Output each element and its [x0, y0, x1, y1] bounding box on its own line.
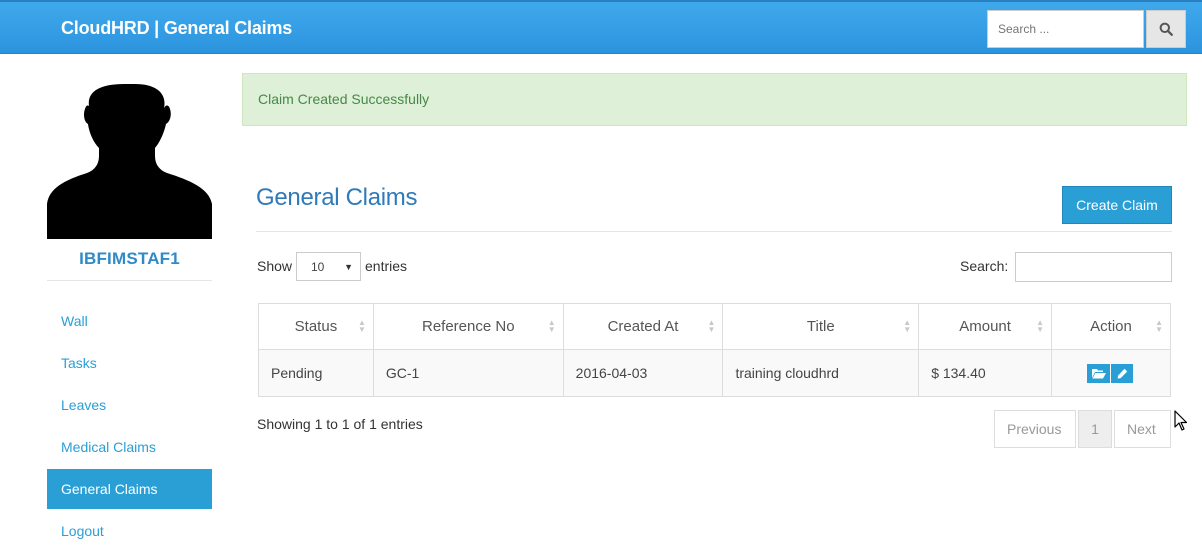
table-header-row: Status ▲ ▼ Reference No ▲ ▼ Created At ▲ ▼ Tit…	[258, 303, 1171, 350]
caret-down-icon: ▼	[344, 262, 353, 272]
sidebar-item-wall[interactable]: Wall	[47, 301, 212, 341]
row-action-buttons	[1087, 363, 1170, 383]
sidebar-item-general-claims[interactable]: General Claims	[47, 469, 212, 509]
navbar-search-button[interactable]	[1146, 10, 1186, 48]
username: IBFIMSTAF1	[79, 249, 180, 268]
entries-select-value: 10	[311, 260, 325, 274]
table-info: Showing 1 to 1 of 1 entries	[257, 416, 423, 432]
avatar	[47, 84, 212, 239]
sidebar-item-tasks[interactable]: Tasks	[47, 343, 212, 383]
cell-action	[1051, 349, 1171, 397]
top-navbar: CloudHRD | General Claims	[0, 0, 1202, 54]
sidebar-item-medical-claims[interactable]: Medical Claims	[47, 427, 212, 467]
entries-label: entries	[365, 258, 408, 274]
cell-amount: $ 134.40	[918, 349, 1053, 397]
table-row: Pending GC-1 2016-04-03 training cloudhr…	[258, 349, 1171, 397]
page-title: General Claims	[256, 184, 418, 211]
sidebar-item-logout[interactable]: Logout	[47, 511, 212, 551]
pencil-icon	[1117, 368, 1127, 379]
cell-created-at: 2016-04-03	[562, 349, 724, 397]
edit-claim-button[interactable]	[1110, 363, 1134, 383]
sort-icon: ▲ ▼	[903, 318, 912, 334]
sort-icon: ▲ ▼	[1036, 318, 1045, 334]
cell-status: Pending	[258, 349, 374, 397]
column-header-label: Action	[1090, 318, 1132, 335]
column-header-status[interactable]: Status ▲ ▼	[258, 303, 374, 350]
title-divider	[256, 231, 1172, 232]
page-1-button[interactable]: 1	[1078, 410, 1112, 448]
cell-title: training cloudhrd	[722, 349, 920, 397]
folder-open-icon	[1091, 368, 1106, 378]
column-header-amount[interactable]: Amount ▲ ▼	[918, 303, 1053, 350]
sort-icon: ▲ ▼	[547, 318, 556, 334]
create-claim-button[interactable]: Create Claim	[1062, 186, 1172, 224]
sidebar-item-leaves[interactable]: Leaves	[47, 385, 212, 425]
show-label: Show	[257, 258, 293, 274]
success-alert: Claim Created Successfully	[242, 73, 1187, 126]
column-header-title[interactable]: Title ▲ ▼	[722, 303, 920, 350]
sidebar-menu: Wall Tasks Leaves Medical Claims General…	[47, 301, 212, 553]
column-header-label: Title	[806, 318, 835, 335]
next-page-button[interactable]: Next	[1114, 410, 1171, 448]
search-icon	[1159, 22, 1173, 36]
table-search-input[interactable]	[1015, 252, 1172, 282]
cell-reference-no: GC-1	[372, 349, 564, 397]
previous-page-button[interactable]: Previous	[994, 410, 1076, 448]
column-header-label: Status	[294, 318, 338, 335]
pagination: Previous 1 Next	[994, 410, 1171, 448]
column-header-created-at[interactable]: Created At ▲ ▼	[562, 303, 724, 350]
table-search-label: Search:	[960, 258, 1009, 274]
mouse-cursor-icon	[1174, 410, 1188, 431]
entries-per-page-select[interactable]: 10 ▼	[296, 252, 361, 281]
column-header-label: Reference No	[421, 318, 515, 335]
column-header-label: Created At	[607, 318, 679, 335]
view-claim-button[interactable]	[1087, 363, 1111, 383]
column-header-action[interactable]: Action ▲ ▼	[1051, 303, 1171, 350]
column-header-label: Amount	[959, 318, 1011, 335]
sort-icon: ▲ ▼	[1155, 318, 1163, 334]
sort-icon: ▲ ▼	[707, 318, 716, 334]
navbar-search-input[interactable]	[987, 10, 1144, 48]
sidebar-divider	[47, 280, 212, 281]
column-header-reference-no[interactable]: Reference No ▲ ▼	[372, 303, 564, 350]
claims-table: Status ▲ ▼ Reference No ▲ ▼ Created At ▲ ▼ Tit…	[258, 303, 1171, 397]
sort-icon: ▲ ▼	[357, 318, 366, 334]
app-brand[interactable]: CloudHRD | General Claims	[61, 18, 292, 39]
